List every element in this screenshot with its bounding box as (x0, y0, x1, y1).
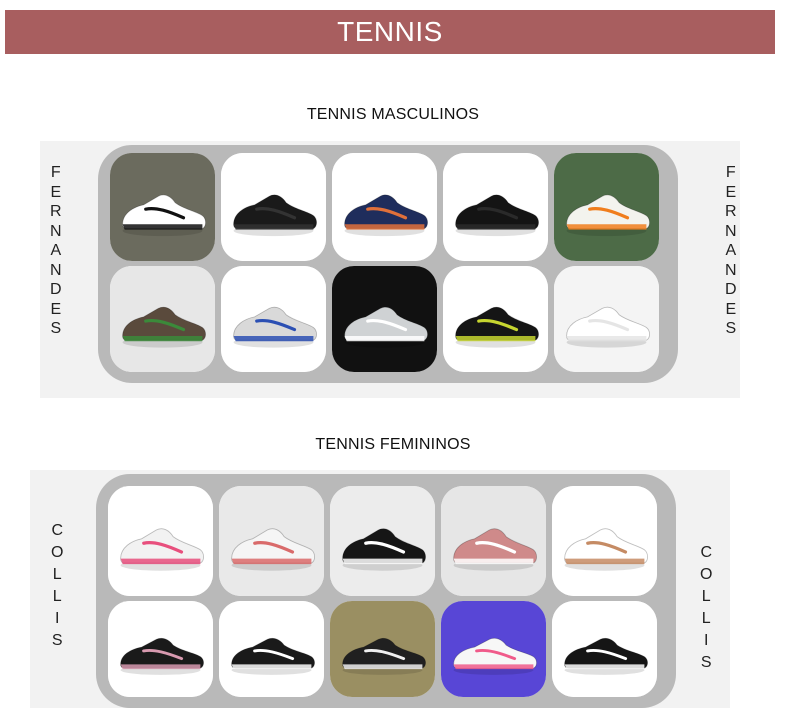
sneaker-icon (110, 266, 215, 372)
sneaker-icon (441, 601, 546, 697)
brand-letter: L (52, 566, 62, 583)
brand-letter: N (50, 261, 62, 279)
sneaker-icon (219, 486, 324, 596)
brand-letter: L (52, 588, 62, 605)
product-grid-masculinos (110, 153, 659, 372)
sneaker-icon (219, 601, 324, 697)
brand-vertical-left: FERNANDES (50, 163, 62, 339)
sneaker-icon (443, 266, 548, 372)
brand-letter: S (51, 632, 63, 649)
brand-letter: L (701, 588, 711, 605)
sneaker-icon (332, 153, 437, 261)
brand-letter: D (50, 281, 62, 298)
brand-letter: O (51, 544, 64, 561)
sneaker-icon (443, 153, 548, 261)
sneaker-icon (332, 266, 437, 372)
product-tile-white-high-top[interactable] (219, 486, 324, 596)
product-tile-white-pink-runner[interactable] (108, 486, 213, 596)
brand-letter: D (725, 281, 737, 298)
brand-letter: E (725, 300, 737, 318)
sneaker-icon (330, 601, 435, 697)
brand-letter: C (700, 544, 712, 561)
brand-vertical-right: FERNANDES (725, 163, 737, 339)
brand-letter: S (50, 320, 62, 337)
sneaker-icon (110, 153, 215, 261)
brand-letter: R (50, 203, 62, 220)
product-tile-checkered-vans-worn[interactable] (330, 601, 435, 697)
product-tile-navy-orange-pair[interactable] (332, 153, 437, 261)
product-tile-shoe-on-foot-black-white[interactable] (110, 153, 215, 261)
brand-letter: E (725, 183, 737, 201)
page-header: TENNIS (5, 10, 775, 54)
brand-letter: E (50, 183, 62, 201)
product-tile-brown-green-runner[interactable] (110, 266, 215, 372)
brand-letter: C (51, 522, 63, 539)
brand-letter: L (701, 610, 711, 627)
brand-letter: I (55, 610, 60, 627)
brand-letter: F (725, 164, 736, 181)
brand-letter: N (725, 222, 737, 240)
sneaker-icon (221, 266, 326, 372)
sneaker-icon (108, 601, 213, 697)
brand-vertical-right: COLLIS (700, 542, 712, 674)
product-tile-black-pink-runner[interactable] (108, 601, 213, 697)
product-tile-white-air-force[interactable] (554, 266, 659, 372)
section-title-masculinos: TENNIS MASCULINOS (306, 106, 480, 123)
sneaker-icon (552, 601, 657, 697)
product-tile-black-running[interactable] (443, 153, 548, 261)
sneaker-icon (221, 153, 326, 261)
sneaker-icon (554, 153, 659, 261)
brand-letter: I (704, 632, 709, 649)
sneaker-icon (441, 486, 546, 596)
product-tile-black-pair-runner[interactable] (552, 601, 657, 697)
masculinos-panel: FERNANDES FERNANDES (40, 141, 740, 398)
product-tile-black-tn-pair[interactable] (443, 266, 548, 372)
brand-letter: N (725, 261, 737, 279)
sneaker-icon (330, 486, 435, 596)
product-tile-white-on-legs[interactable] (552, 486, 657, 596)
sneaker-icon (554, 266, 659, 372)
brand-letter: A (725, 242, 737, 259)
brand-letter: N (50, 222, 62, 240)
product-tile-black-converse-low[interactable] (219, 601, 324, 697)
product-tile-black-air-max[interactable] (221, 153, 326, 261)
brand-letter: F (50, 164, 61, 181)
brand-letter: R (725, 203, 737, 220)
page-title: TENNIS (337, 16, 443, 47)
sneaker-icon (552, 486, 657, 596)
product-tile-silver-air-max-97[interactable] (332, 266, 437, 372)
product-tile-blue-pink-trainer[interactable] (441, 601, 546, 697)
product-tile-black-vans-pair[interactable] (330, 486, 435, 596)
brand-letter: S (725, 320, 737, 337)
brand-letter: E (50, 300, 62, 318)
sneaker-icon (108, 486, 213, 596)
brand-letter: S (700, 654, 712, 671)
product-tile-white-blue-air-max[interactable] (221, 266, 326, 372)
femininos-panel: COLLIS COLLIS (30, 470, 730, 708)
product-tile-pink-vans-pair[interactable] (441, 486, 546, 596)
section-title-femininos: TENNIS FEMININOS (315, 436, 471, 453)
product-tile-white-orange-in-hand[interactable] (554, 153, 659, 261)
product-grid-femininos (108, 486, 657, 697)
brand-letter: A (50, 242, 62, 259)
brand-letter: O (700, 566, 713, 583)
brand-vertical-left: COLLIS (51, 520, 63, 652)
